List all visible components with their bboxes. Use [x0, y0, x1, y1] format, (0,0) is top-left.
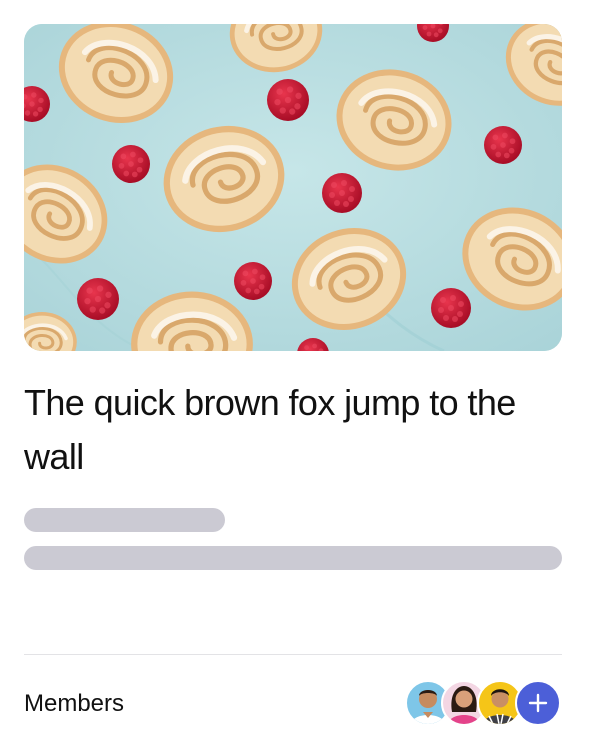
members-label: Members: [24, 690, 125, 717]
content-card: The quick brown fox jump to the wall Mem…: [0, 0, 590, 752]
add-member-button[interactable]: [515, 680, 561, 726]
plus-icon: [528, 693, 548, 713]
member-avatars: [405, 680, 565, 726]
card-image: [24, 24, 562, 351]
skeleton-line-short: [24, 508, 225, 532]
divider: [24, 654, 562, 655]
skeleton-line-long: [24, 546, 562, 570]
card-title: The quick brown fox jump to the wall: [24, 382, 516, 477]
